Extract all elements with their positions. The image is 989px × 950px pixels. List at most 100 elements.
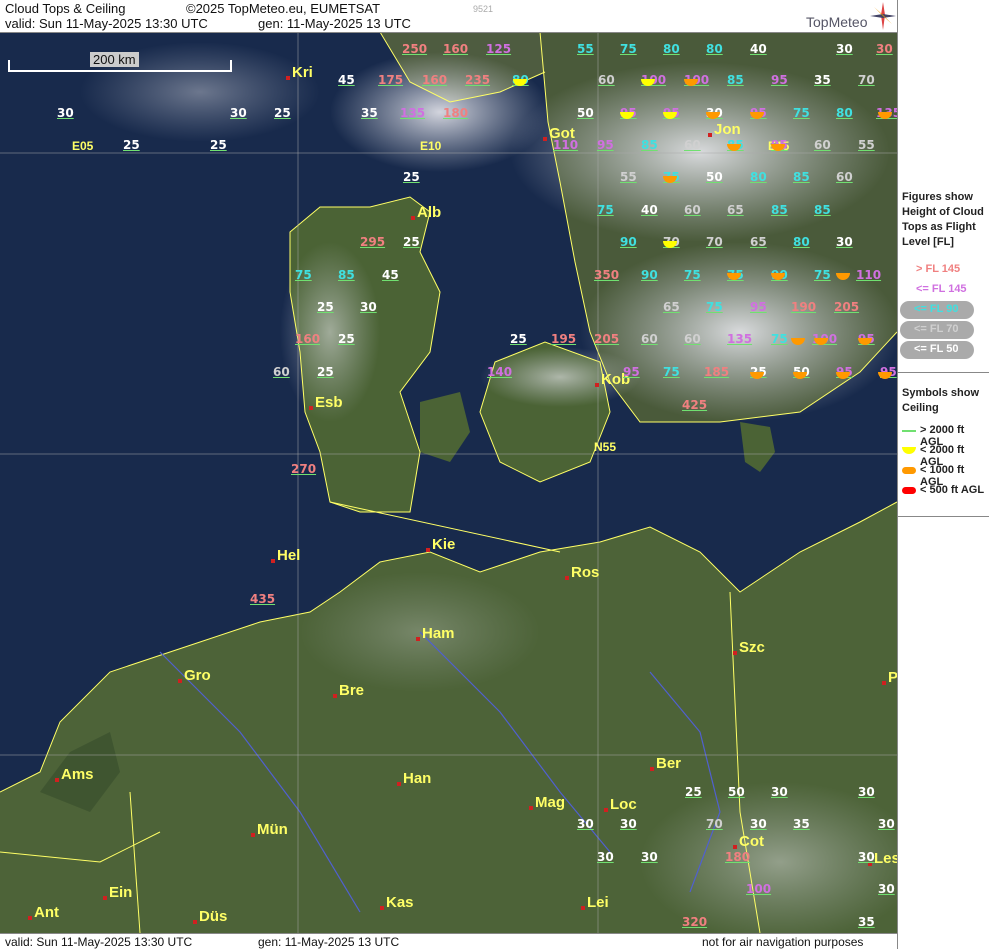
cloud-top-value: 425: [682, 398, 708, 412]
city-label: Bre: [339, 682, 365, 699]
cloud-top-value: 30: [641, 850, 658, 864]
cloud-top-value: 205: [834, 300, 860, 314]
generated-time: gen: 11-May-2025 13 UTC: [258, 16, 411, 31]
cloud-top-value: 180: [725, 850, 751, 864]
legend-ceiling-title: Symbols show Ceiling: [902, 387, 980, 414]
city-label: Kri: [292, 64, 313, 81]
cloud-top-value: 30: [876, 42, 893, 56]
cloud-top-value: 35: [793, 817, 810, 831]
cloud-top-value: 70: [706, 235, 723, 249]
cloud-top-value: 30: [230, 106, 247, 120]
city-label: Lei: [587, 894, 609, 911]
cloud-top-value: 25: [274, 106, 291, 120]
city-label: Ein: [109, 884, 133, 901]
city-dot: [708, 133, 712, 137]
cloud-top-value: 30: [836, 42, 853, 56]
cloud-top-value: 85: [771, 203, 788, 217]
cloud-top-value: 60: [836, 170, 853, 184]
cloud-top-value: 110: [553, 138, 579, 152]
city-dot: [416, 637, 420, 641]
city-dot: [55, 778, 59, 782]
cloud-top-value: 40: [750, 42, 767, 56]
city-label: Cot: [739, 833, 764, 850]
satellite-map[interactable]: 200 km E05 E10 E15 N55 KriGotJonAlbEsbKo…: [0, 32, 897, 933]
cloud-top-value: 90: [641, 268, 658, 282]
footer-gen: gen: 11-May-2025 13 UTC: [258, 935, 400, 949]
cloud-top-value: 75: [771, 332, 788, 346]
city-dot: [286, 76, 290, 80]
city-dot: [251, 833, 255, 837]
cloud-top-value: 80: [836, 106, 853, 120]
legend-ceiling-item: < 1000 ft AGL: [902, 464, 988, 488]
cloud-top-value: 295: [360, 235, 386, 249]
cloud-top-value: 45: [338, 73, 355, 87]
cloud-top-value: 25: [210, 138, 227, 152]
cloud-top-value: 95: [597, 138, 614, 152]
cloud-top-value: 30: [57, 106, 74, 120]
cloud-top-value: 60: [598, 73, 615, 87]
legend-ceiling-symbol: [902, 447, 916, 454]
legend-ceiling-symbol: [902, 487, 916, 494]
cloud-top-value: 75: [597, 203, 614, 217]
cloud-top-value: 80: [793, 235, 810, 249]
legend-tops-label: > FL 145: [916, 263, 961, 275]
cloud-top-value: 25: [510, 332, 527, 346]
cloud-top-value: 195: [551, 332, 577, 346]
legend-tops-label: <= FL 70: [914, 323, 959, 335]
city-dot: [103, 896, 107, 900]
city-dot: [193, 920, 197, 924]
cloud-top-value: 185: [704, 365, 730, 379]
cloud-top-value: 80: [706, 42, 723, 56]
cloud-top-value: 80: [663, 42, 680, 56]
cloud-top-value: 190: [791, 300, 817, 314]
cloud-top-value: 55: [577, 42, 594, 56]
city-dot: [882, 681, 886, 685]
city-dot: [650, 767, 654, 771]
city-dot: [397, 782, 401, 786]
legend-tops-title: Figures show Height of Cloud Tops as Fli…: [902, 191, 984, 248]
cloud-top-value: 75: [814, 268, 831, 282]
cloud-top-value: 110: [856, 268, 882, 282]
city-label: Ros: [571, 564, 600, 581]
map-header: Cloud Tops & Ceiling ©2025 TopMeteo.eu, …: [0, 0, 897, 33]
cloud-top-value: 50: [706, 170, 723, 184]
cloud-top-value: 60: [641, 332, 658, 346]
cloud-top-value: 175: [378, 73, 404, 87]
legend-tops-label: <= FL 90: [914, 303, 959, 315]
cloud-top-value: 140: [487, 365, 513, 379]
cloud-top-value: 60: [684, 203, 701, 217]
cloud-top-value: 30: [771, 785, 788, 799]
cloud-top-value: 50: [728, 785, 745, 799]
city-dot: [595, 383, 599, 387]
map-background: [0, 32, 897, 933]
city-label: Esb: [315, 394, 343, 411]
cloud-top-value: 25: [403, 170, 420, 184]
city-label: Alb: [417, 204, 442, 221]
cloud-top-value: 75: [620, 42, 637, 56]
cloud-top-value: 60: [273, 365, 290, 379]
cloud-top-value: 95: [623, 365, 640, 379]
city-dot: [565, 576, 569, 580]
city-label: Hel: [277, 547, 301, 564]
city-label: Mün: [257, 821, 288, 838]
city-dot: [28, 916, 32, 920]
city-dot: [426, 548, 430, 552]
cloud-top-value: 75: [684, 268, 701, 282]
cloud-top-value: 30: [750, 817, 767, 831]
legend-ceiling-item: < 2000 ft AGL: [902, 444, 988, 468]
legend-tops-item: > FL 145: [902, 261, 988, 279]
city-label: Ham: [422, 625, 455, 642]
cloud-top-value: 235: [465, 73, 491, 87]
cloud-top-value: 75: [706, 300, 723, 314]
scale-label: 200 km: [90, 52, 139, 67]
cloud-top-value: 270: [291, 462, 317, 476]
cloud-top-value: 160: [295, 332, 321, 346]
cloud-top-value: 65: [750, 235, 767, 249]
cloud-top-value: 250: [402, 42, 428, 56]
cloud-top-value: 75: [793, 106, 810, 120]
cloud-top-value: 135: [400, 106, 426, 120]
city-label: Szc: [739, 639, 765, 656]
cloud-top-value: 30: [577, 817, 594, 831]
cloud-top-value: 30: [360, 300, 377, 314]
city-dot: [733, 845, 737, 849]
